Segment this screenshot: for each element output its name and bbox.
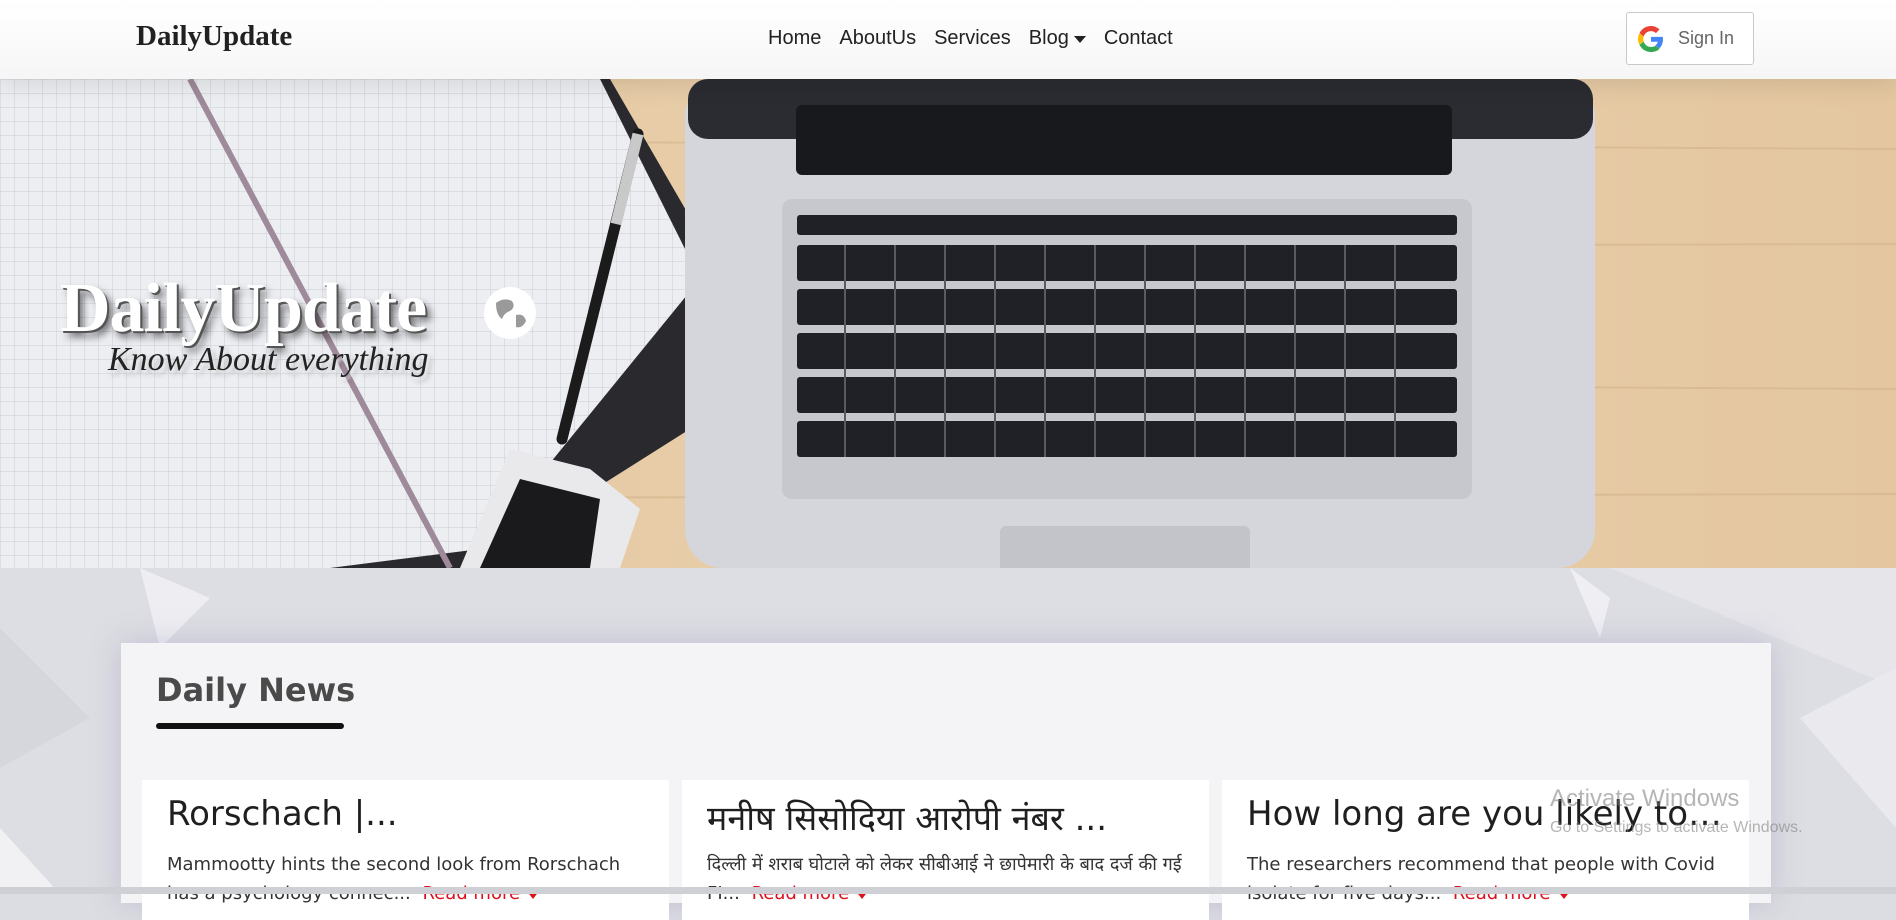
news-card: Rorschach |... Mammootty hints the secon… <box>142 780 669 920</box>
news-section: Daily News Rorschach |... Mammootty hint… <box>121 643 1771 920</box>
activate-windows-watermark: Activate Windows Go to Settings to activ… <box>1550 785 1803 837</box>
watermark-title: Activate Windows <box>1550 785 1740 812</box>
nav-links: Home AboutUs Services Blog Contact <box>768 27 1191 50</box>
card-text: Mammootty hints the second look from Ror… <box>167 850 647 908</box>
news-cards: Rorschach |... Mammootty hints the secon… <box>142 780 1749 920</box>
globe-icon <box>484 287 536 339</box>
card-text: दिल्ली में शराब घोटाले को लेकर सीबीआई ने… <box>707 850 1187 908</box>
hero-title: DailyUpdate <box>60 270 427 347</box>
nav-home[interactable]: Home <box>768 27 821 50</box>
section-heading: Daily News <box>156 671 356 709</box>
nav-blog-label: Blog <box>1028 27 1069 49</box>
watermark-subtitle: Go to Settings to activate Windows. <box>1550 819 1803 836</box>
nav-blog-dropdown[interactable]: Blog <box>1029 27 1086 50</box>
heading-underline <box>156 723 344 729</box>
signin-label: Sign In <box>1678 28 1735 48</box>
caret-down-icon <box>1073 36 1086 43</box>
card-text: The researchers recommend that people wi… <box>1247 850 1727 908</box>
card-excerpt: Mammootty hints the second look from Ror… <box>167 854 621 904</box>
news-card: मनीष सिसोदिया आरोपी नंबर ... दिल्ली में … <box>682 780 1209 920</box>
google-icon <box>1638 25 1663 52</box>
card-title[interactable]: Rorschach |... <box>167 794 647 834</box>
brand-logo[interactable]: DailyUpdate <box>136 20 292 53</box>
navbar: DailyUpdate Home AboutUs Services Blog C… <box>0 0 1896 79</box>
google-signin-button[interactable]: Sign In <box>1626 12 1754 65</box>
nav-contact[interactable]: Contact <box>1104 27 1173 50</box>
hero-tagline: Know About everything <box>108 341 429 378</box>
nav-about[interactable]: AboutUs <box>839 27 916 50</box>
hero-banner: DailyUpdate Know About everything <box>0 79 1896 568</box>
card-title[interactable]: मनीष सिसोदिया आरोपी नंबर ... <box>707 794 1187 840</box>
horizontal-scrollbar[interactable] <box>0 887 1896 894</box>
nav-services[interactable]: Services <box>934 27 1011 50</box>
